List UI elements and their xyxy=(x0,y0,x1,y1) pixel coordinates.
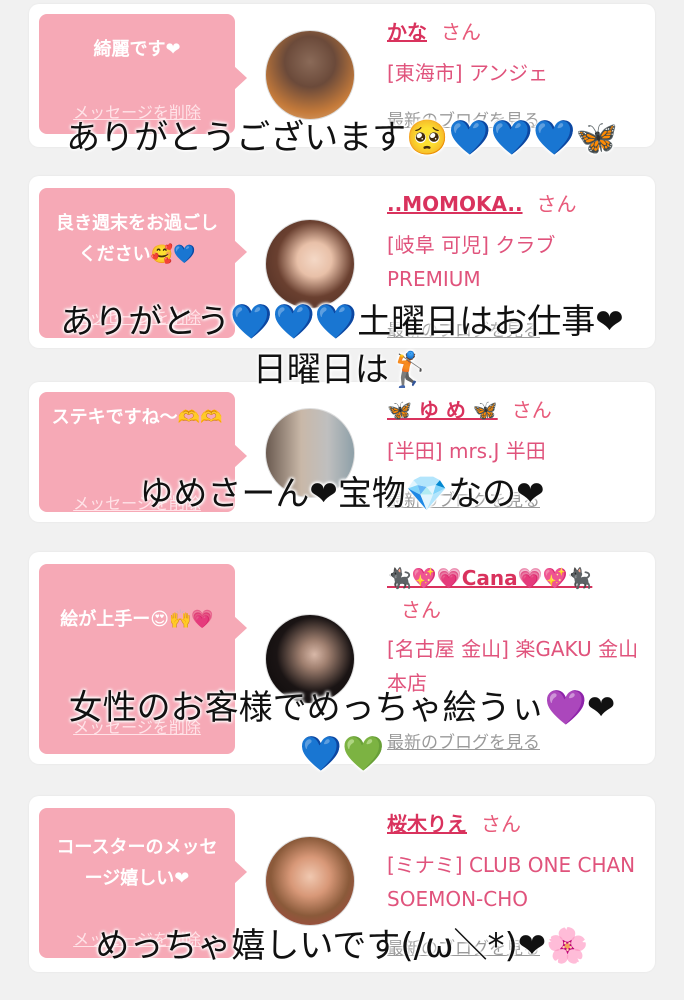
shop-name: [岐阜 可児] クラブ PREMIUM xyxy=(387,233,556,291)
sender-info: ..MOMOKA.. さん [岐阜 可児] クラブ PREMIUM xyxy=(387,188,645,296)
sender-name-line: かな さん xyxy=(387,16,645,48)
overlay-caption: ゆめさーん❤宝物💎なの❤ xyxy=(139,474,545,514)
sender-name-link[interactable]: かな xyxy=(387,20,427,44)
overlay-caption: ありがとう💙💙💙土曜日はお仕事❤ xyxy=(60,302,624,342)
overlay-caption: 💙💚 xyxy=(299,734,385,774)
avatar[interactable] xyxy=(265,219,355,309)
message-text: 綺麗です❤ xyxy=(93,39,181,60)
message-text: コースターのメッセージ嬉しい❤ xyxy=(56,837,218,889)
sender-info: 桜木りえ さん [ミナミ] CLUB ONE CHAN SOEMON-CHO xyxy=(387,808,645,916)
honorific: さん xyxy=(536,192,577,216)
message-card: 絵が上手ー😍🙌💗 メッセージを削除 🐈‍⬛💖💗Cana💗💖🐈‍⬛さん [名古屋 … xyxy=(29,552,655,764)
overlay-caption: 女性のお客様でめっちゃ絵うぃ💜❤ xyxy=(68,688,616,728)
avatar[interactable] xyxy=(265,30,355,120)
sender-name-link[interactable]: 桜木りえ xyxy=(387,812,467,836)
sender-info: 🐈‍⬛💖💗Cana💗💖🐈‍⬛さん [名古屋 金山] 楽GAKU 金山本店 xyxy=(387,562,645,700)
honorific: さん xyxy=(401,598,441,622)
shop-name: [ミナミ] CLUB ONE CHAN SOEMON-CHO xyxy=(387,853,636,911)
message-text: 良き週末をお過ごしください🥰💙 xyxy=(56,213,218,265)
honorific: さん xyxy=(511,398,552,422)
sender-name-link[interactable]: ..MOMOKA.. xyxy=(387,192,523,216)
sender-name-link[interactable]: 🐈‍⬛💖💗Cana💗💖🐈‍⬛ xyxy=(387,566,592,590)
sender-info: かな さん [東海市] アンジェ xyxy=(387,16,645,90)
overlay-caption: めっちゃ嬉しいです(/ω＼*)❤🌸 xyxy=(95,926,589,966)
message-text: 絵が上手ー😍🙌💗 xyxy=(60,609,214,630)
sender-name-line: 桜木りえ さん xyxy=(387,808,645,840)
shop-name: [半田] mrs.J 半田 xyxy=(387,439,546,463)
sender-name-link[interactable]: 🦋 ゆ め 🦋 xyxy=(387,398,498,422)
sender-name-line: 🐈‍⬛💖💗Cana💗💖🐈‍⬛ さん xyxy=(387,562,617,626)
shop-name: [東海市] アンジェ xyxy=(387,61,549,85)
overlay-caption: ありがとうございます🥺💙💙💙🦋 xyxy=(66,118,618,158)
message-text: ステキですね〜🫶🫶 xyxy=(51,407,223,428)
message-bubble: 綺麗です❤ メッセージを削除 xyxy=(39,14,247,134)
overlay-caption: 日曜日は🏌 xyxy=(252,350,432,390)
sender-name-line: 🦋 ゆ め 🦋 さん xyxy=(387,394,645,426)
honorific: さん xyxy=(481,812,521,836)
sender-name-line: ..MOMOKA.. さん xyxy=(387,188,645,220)
honorific: さん xyxy=(441,20,481,44)
sender-info: 🦋 ゆ め 🦋 さん [半田] mrs.J 半田 xyxy=(387,394,645,468)
avatar[interactable] xyxy=(265,836,355,926)
